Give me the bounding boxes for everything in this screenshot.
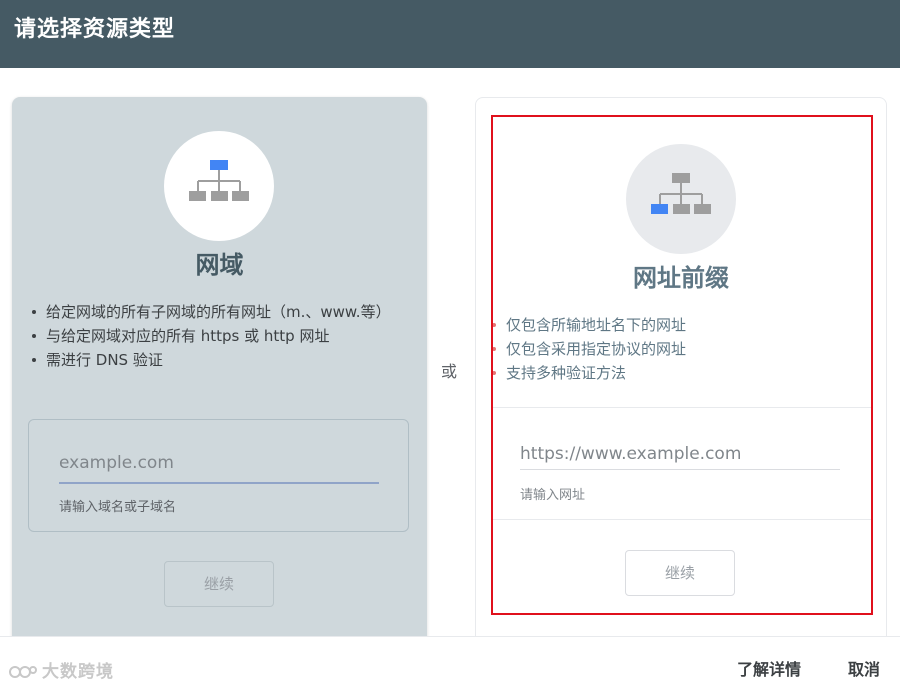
watermark-text: 大数跨境	[42, 662, 114, 682]
list-item: 与给定网域对应的所有 https 或 http 网址	[28, 324, 403, 348]
domain-icon-circle	[164, 131, 274, 241]
domain-input[interactable]	[59, 444, 379, 484]
watermark-logo-icon	[9, 666, 37, 678]
highlight-box	[491, 115, 873, 615]
domain-continue-button[interactable]: 继续	[164, 561, 274, 607]
cancel-button[interactable]: 取消	[848, 656, 880, 680]
watermark: 大数跨境	[8, 657, 114, 682]
domain-input-box: 请输入域名或子域名	[28, 419, 409, 532]
domain-input-hint: 请输入域名或子域名	[59, 500, 177, 515]
learn-more-button[interactable]: 了解详情	[737, 656, 801, 680]
sitemap-icon	[189, 160, 249, 201]
dialog-title: 请选择资源类型	[14, 17, 176, 42]
domain-option-card[interactable]: 网域 给定网域的所有子网域的所有网址（m.、www.等） 与给定网域对应的所有 …	[12, 97, 427, 657]
domain-card-title: 网域	[195, 251, 244, 279]
dialog-header: 请选择资源类型	[0, 0, 900, 68]
list-item: 需进行 DNS 验证	[28, 348, 403, 372]
dialog-footer: 大数跨境 了解详情 取消	[0, 636, 900, 689]
or-separator: 或	[441, 362, 458, 381]
list-item: 给定网域的所有子网域的所有网址（m.、www.等）	[28, 300, 403, 324]
domain-feature-list: 给定网域的所有子网域的所有网址（m.、www.等） 与给定网域对应的所有 htt…	[28, 300, 403, 372]
